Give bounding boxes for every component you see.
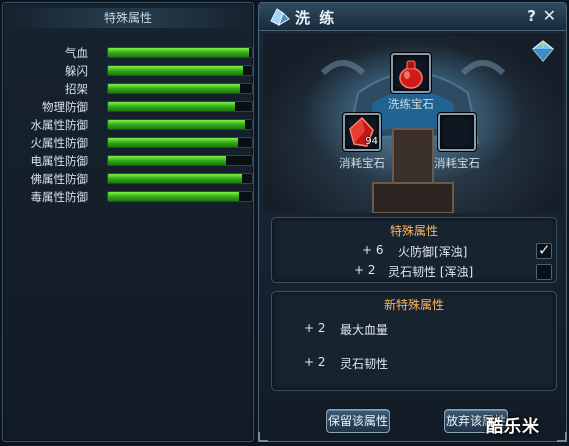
attribute-bar-fill	[108, 138, 238, 147]
diamond-icon[interactable]: ?	[531, 39, 555, 63]
frame-corner	[557, 432, 567, 442]
attribute-bar	[107, 101, 253, 112]
attribute-row: 火属性防御	[3, 134, 253, 152]
new-attr-name: 灵石韧性	[340, 357, 389, 371]
attribute-bar-fill	[108, 48, 250, 57]
special-attributes-title: 特殊属性	[389, 224, 438, 238]
attribute-label: 躲闪	[65, 64, 88, 78]
attribute-bar	[107, 65, 253, 76]
frame-corner	[258, 432, 268, 442]
attribute-row: 气血	[3, 44, 253, 62]
dialog-title: 洗 练	[295, 9, 337, 27]
attribute-bar	[107, 119, 253, 130]
attribute-label: 佛属性防御	[30, 172, 89, 186]
attribute-label: 火属性防御	[30, 136, 89, 150]
attribute-panel-title: 特殊属性	[3, 8, 253, 28]
attribute-row: 物理防御	[3, 98, 253, 116]
special-attr-name: 灵石韧性 [浑浊]	[388, 265, 474, 279]
new-attr-value: + 2	[304, 321, 326, 335]
special-attributes-box: 特殊属性 + 6 火防御[浑浊] ✓ + 2 灵石韧性 [浑浊]	[271, 217, 557, 283]
forge-scene: 洗练宝石 94 消耗宝石 消耗宝石 ?	[263, 33, 563, 213]
dialog-header[interactable]: 洗 练 ? ✕	[259, 3, 566, 31]
lock-checkbox[interactable]	[536, 264, 552, 280]
special-attr-name: 火防御[浑浊]	[398, 245, 468, 259]
attribute-bar	[107, 173, 253, 184]
attribute-label: 电属性防御	[30, 154, 89, 168]
attribute-bar	[107, 83, 253, 94]
refine-gem-slot[interactable]	[391, 53, 431, 93]
consume-gem-slot[interactable]	[438, 113, 476, 151]
attribute-bar	[107, 155, 253, 166]
attribute-bar	[107, 137, 253, 148]
consume-gem-slot-label: 消耗宝石	[339, 156, 385, 170]
red-potion-gem-icon	[399, 60, 423, 89]
attribute-label: 气血	[65, 46, 88, 60]
consume-gem-slot-label: 消耗宝石	[434, 156, 480, 170]
special-attr-value: + 2	[354, 263, 376, 277]
gem-count: 94	[365, 136, 378, 147]
svg-text:?: ?	[540, 41, 545, 51]
attribute-row: 毒属性防御	[3, 188, 253, 206]
attribute-bar-fill	[108, 192, 240, 201]
refine-gem-slot-label: 洗练宝石	[388, 97, 434, 111]
checkmark-icon: ✓	[538, 241, 551, 259]
lock-checkbox-checked[interactable]: ✓	[536, 241, 552, 259]
attribute-label: 毒属性防御	[30, 190, 89, 204]
attribute-bar-fill	[108, 66, 244, 75]
crystal-icon	[270, 8, 290, 27]
attribute-row: 佛属性防御	[3, 170, 253, 188]
attribute-label: 物理防御	[42, 100, 88, 114]
attribute-list: 气血 躲闪 招架 物理防御 水属性防御 火属性防御 电属性防御 佛属性防御 毒属…	[3, 44, 253, 206]
attribute-row: 水属性防御	[3, 116, 253, 134]
attribute-label: 招架	[65, 82, 88, 96]
watermark: 酷乐米	[486, 417, 540, 437]
close-button[interactable]: ✕	[543, 6, 556, 25]
attribute-row: 躲闪	[3, 62, 253, 80]
attribute-bar-fill	[108, 156, 227, 165]
consume-gem-slot[interactable]: 94	[343, 113, 381, 151]
refine-dialog: 洗 练 ? ✕ 洗练宝石 94 消耗宝石 消耗宝石 ? 特殊属性 + 6 火防御…	[258, 2, 567, 442]
new-attr-value: + 2	[304, 355, 326, 369]
keep-attribute-button[interactable]: 保留该属性	[326, 409, 390, 433]
attribute-label: 水属性防御	[30, 118, 89, 132]
attribute-bar-fill	[108, 84, 241, 93]
attribute-bar-fill	[108, 174, 242, 183]
attribute-row: 电属性防御	[3, 152, 253, 170]
attribute-panel: 特殊属性 气血 躲闪 招架 物理防御 水属性防御 火属性防御 电属性防御 佛属性…	[2, 2, 254, 442]
new-special-attributes-title: 新特殊属性	[383, 298, 444, 312]
attribute-bar-fill	[108, 120, 245, 129]
attribute-bar	[107, 191, 253, 202]
attribute-bar-fill	[108, 102, 235, 111]
special-attr-value: + 6	[362, 243, 384, 257]
attribute-row: 招架	[3, 80, 253, 98]
help-button[interactable]: ?	[527, 7, 536, 25]
new-special-attributes-box: 新特殊属性 + 2 最大血量 + 2 灵石韧性	[271, 291, 557, 391]
attribute-bar	[107, 47, 253, 58]
new-attr-name: 最大血量	[340, 323, 389, 337]
